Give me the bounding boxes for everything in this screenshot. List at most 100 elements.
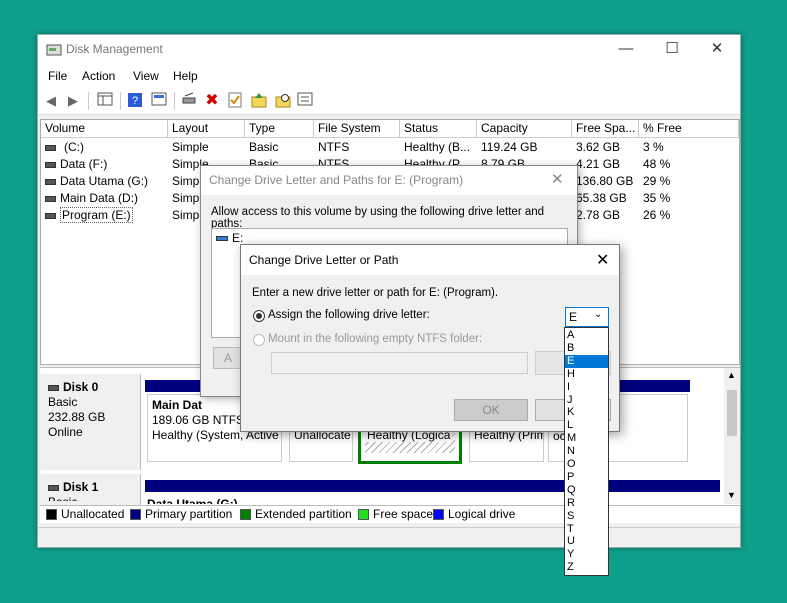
minimize-icon[interactable]: — bbox=[603, 35, 649, 65]
dropdown-option-o[interactable]: O bbox=[565, 458, 608, 471]
legend-extended-partition: Extended partition bbox=[240, 508, 352, 522]
check-icon[interactable] bbox=[226, 92, 244, 110]
dialog-description: Enter a new drive letter or path for E: … bbox=[252, 287, 499, 299]
connect-drive-icon[interactable] bbox=[180, 92, 198, 110]
dropdown-option-m[interactable]: M bbox=[565, 432, 608, 445]
drive-letter-dropdown-list[interactable]: ABEHIJKLMNOPQRSTUYZ bbox=[564, 327, 609, 576]
percent-free-cell: 26 % bbox=[643, 208, 671, 222]
dropdown-option-a[interactable]: A bbox=[565, 329, 608, 342]
folder-path-input[interactable] bbox=[271, 352, 528, 374]
column-layout[interactable]: Layout bbox=[168, 120, 245, 138]
dialog-title: Change Drive Letter and Paths for E: (Pr… bbox=[209, 173, 464, 187]
dropdown-option-r[interactable]: R bbox=[565, 497, 608, 510]
menu-file[interactable]: File bbox=[48, 69, 67, 83]
search-icon[interactable] bbox=[274, 92, 292, 110]
dropdown-option-n[interactable]: N bbox=[565, 445, 608, 458]
column-status[interactable]: Status bbox=[400, 120, 477, 138]
scroll-thumb[interactable] bbox=[727, 390, 737, 436]
dropdown-option-e[interactable]: E bbox=[565, 354, 608, 368]
menu-view[interactable]: View bbox=[133, 69, 159, 83]
close-icon[interactable]: ✕ bbox=[596, 250, 609, 270]
dropdown-option-h[interactable]: H bbox=[565, 368, 608, 381]
menu-help[interactable]: Help bbox=[173, 69, 198, 83]
legend-free-space: Free space bbox=[358, 508, 433, 522]
ok-button[interactable]: OK bbox=[454, 399, 528, 421]
drive-letter-select[interactable]: E ⌄ bbox=[565, 307, 609, 327]
menu-bar: File Action View Help bbox=[38, 65, 740, 87]
dropdown-option-p[interactable]: P bbox=[565, 471, 608, 484]
close-icon[interactable]: ✕ bbox=[551, 170, 564, 188]
disk-1-partition-bar bbox=[145, 480, 720, 492]
assign-letter-label: Assign the following drive letter: bbox=[268, 309, 430, 321]
delete-icon[interactable]: ✖ bbox=[203, 92, 221, 110]
menu-action[interactable]: Action bbox=[82, 69, 115, 83]
assign-letter-radio[interactable] bbox=[253, 310, 265, 322]
percent-free-cell: 3 % bbox=[643, 140, 664, 154]
legend-swatch bbox=[46, 509, 57, 520]
dropdown-option-i[interactable]: I bbox=[565, 381, 608, 394]
drive-icon bbox=[45, 195, 56, 202]
toolbar-separator bbox=[120, 92, 121, 110]
mount-folder-label: Mount in the following empty NTFS folder… bbox=[268, 333, 483, 345]
list-item[interactable]: E: bbox=[216, 231, 243, 245]
disk-1-label[interactable]: Disk 1 Basic bbox=[40, 474, 141, 506]
legend-swatch bbox=[240, 509, 251, 520]
drive-icon bbox=[45, 212, 56, 219]
mount-folder-radio[interactable] bbox=[253, 334, 265, 346]
percent-free-cell: 35 % bbox=[643, 191, 671, 205]
maximize-icon[interactable]: ☐ bbox=[649, 35, 695, 65]
file-system-cell: NTFS bbox=[318, 140, 350, 154]
chevron-down-icon: ⌄ bbox=[594, 309, 603, 320]
dropdown-option-k[interactable]: K bbox=[565, 406, 608, 419]
dropdown-option-q[interactable]: Q bbox=[565, 484, 608, 497]
dropdown-option-y[interactable]: Y bbox=[565, 548, 608, 561]
disk-icon bbox=[48, 484, 59, 491]
dropdown-option-l[interactable]: L bbox=[565, 419, 608, 432]
list-view-icon[interactable] bbox=[296, 92, 314, 110]
up-folder-icon[interactable] bbox=[250, 92, 268, 110]
free-space-cell: 3.62 GB bbox=[576, 140, 621, 154]
table-row[interactable]: (C:) Simple Basic NTFS Healthy (B... 119… bbox=[41, 139, 739, 156]
dropdown-option-t[interactable]: T bbox=[565, 523, 608, 536]
dropdown-option-u[interactable]: U bbox=[565, 535, 608, 548]
disk-0-state: Online bbox=[48, 425, 83, 439]
dropdown-option-s[interactable]: S bbox=[565, 510, 608, 523]
scroll-down-icon[interactable]: ▼ bbox=[727, 490, 736, 500]
forward-icon[interactable]: ▶ bbox=[64, 92, 82, 110]
dropdown-option-b[interactable]: B bbox=[565, 342, 608, 355]
disk-1-type: Basic bbox=[48, 495, 132, 501]
percent-free-cell: 29 % bbox=[643, 174, 671, 188]
help-icon[interactable]: ? bbox=[126, 92, 144, 110]
title-bar[interactable]: Disk Management — ☐ ✕ bbox=[38, 35, 740, 65]
column-free-space[interactable]: Free Spa... bbox=[572, 120, 639, 138]
volume-cell: Data Utama (G:) bbox=[41, 173, 168, 190]
toolbar-separator bbox=[88, 92, 89, 110]
change-drive-letter-or-path-dialog: Change Drive Letter or Path ✕ Enter a ne… bbox=[240, 244, 620, 432]
back-icon[interactable]: ◀ bbox=[42, 92, 60, 110]
disk-icon bbox=[48, 384, 59, 391]
legend-primary-partition: Primary partition bbox=[130, 508, 232, 522]
volume-cell: Program (E:) bbox=[41, 207, 168, 224]
close-icon[interactable]: ✕ bbox=[694, 35, 740, 65]
scroll-up-icon[interactable]: ▲ bbox=[727, 370, 736, 380]
dropdown-option-z[interactable]: Z bbox=[565, 561, 608, 574]
console-tree-icon[interactable] bbox=[96, 92, 114, 110]
add-button[interactable]: A bbox=[213, 347, 243, 369]
properties-icon[interactable] bbox=[150, 92, 168, 110]
toolbar-separator bbox=[174, 92, 175, 110]
radio-selected-dot bbox=[256, 313, 262, 319]
volume-name: Data (F:) bbox=[60, 157, 108, 171]
dropdown-option-j[interactable]: J bbox=[565, 394, 608, 407]
disk-0-label[interactable]: Disk 0 Basic 232.88 GB Online bbox=[40, 374, 141, 470]
column-percent-free[interactable]: % Free bbox=[639, 120, 739, 138]
column-capacity[interactable]: Capacity bbox=[477, 120, 572, 138]
type-cell: Basic bbox=[249, 140, 279, 154]
column-type[interactable]: Type bbox=[245, 120, 314, 138]
column-file-system[interactable]: File System bbox=[314, 120, 400, 138]
disk-area-scrollbar[interactable]: ▲ ▼ bbox=[724, 368, 740, 504]
column-volume[interactable]: Volume bbox=[41, 120, 168, 138]
dialog-title-bar[interactable]: Change Drive Letter and Paths for E: (Pr… bbox=[201, 166, 577, 195]
disk-1-name: Disk 1 bbox=[48, 480, 132, 495]
dialog-title-bar[interactable]: Change Drive Letter or Path ✕ bbox=[241, 245, 619, 275]
free-space-cell: 65.38 GB bbox=[576, 191, 627, 205]
